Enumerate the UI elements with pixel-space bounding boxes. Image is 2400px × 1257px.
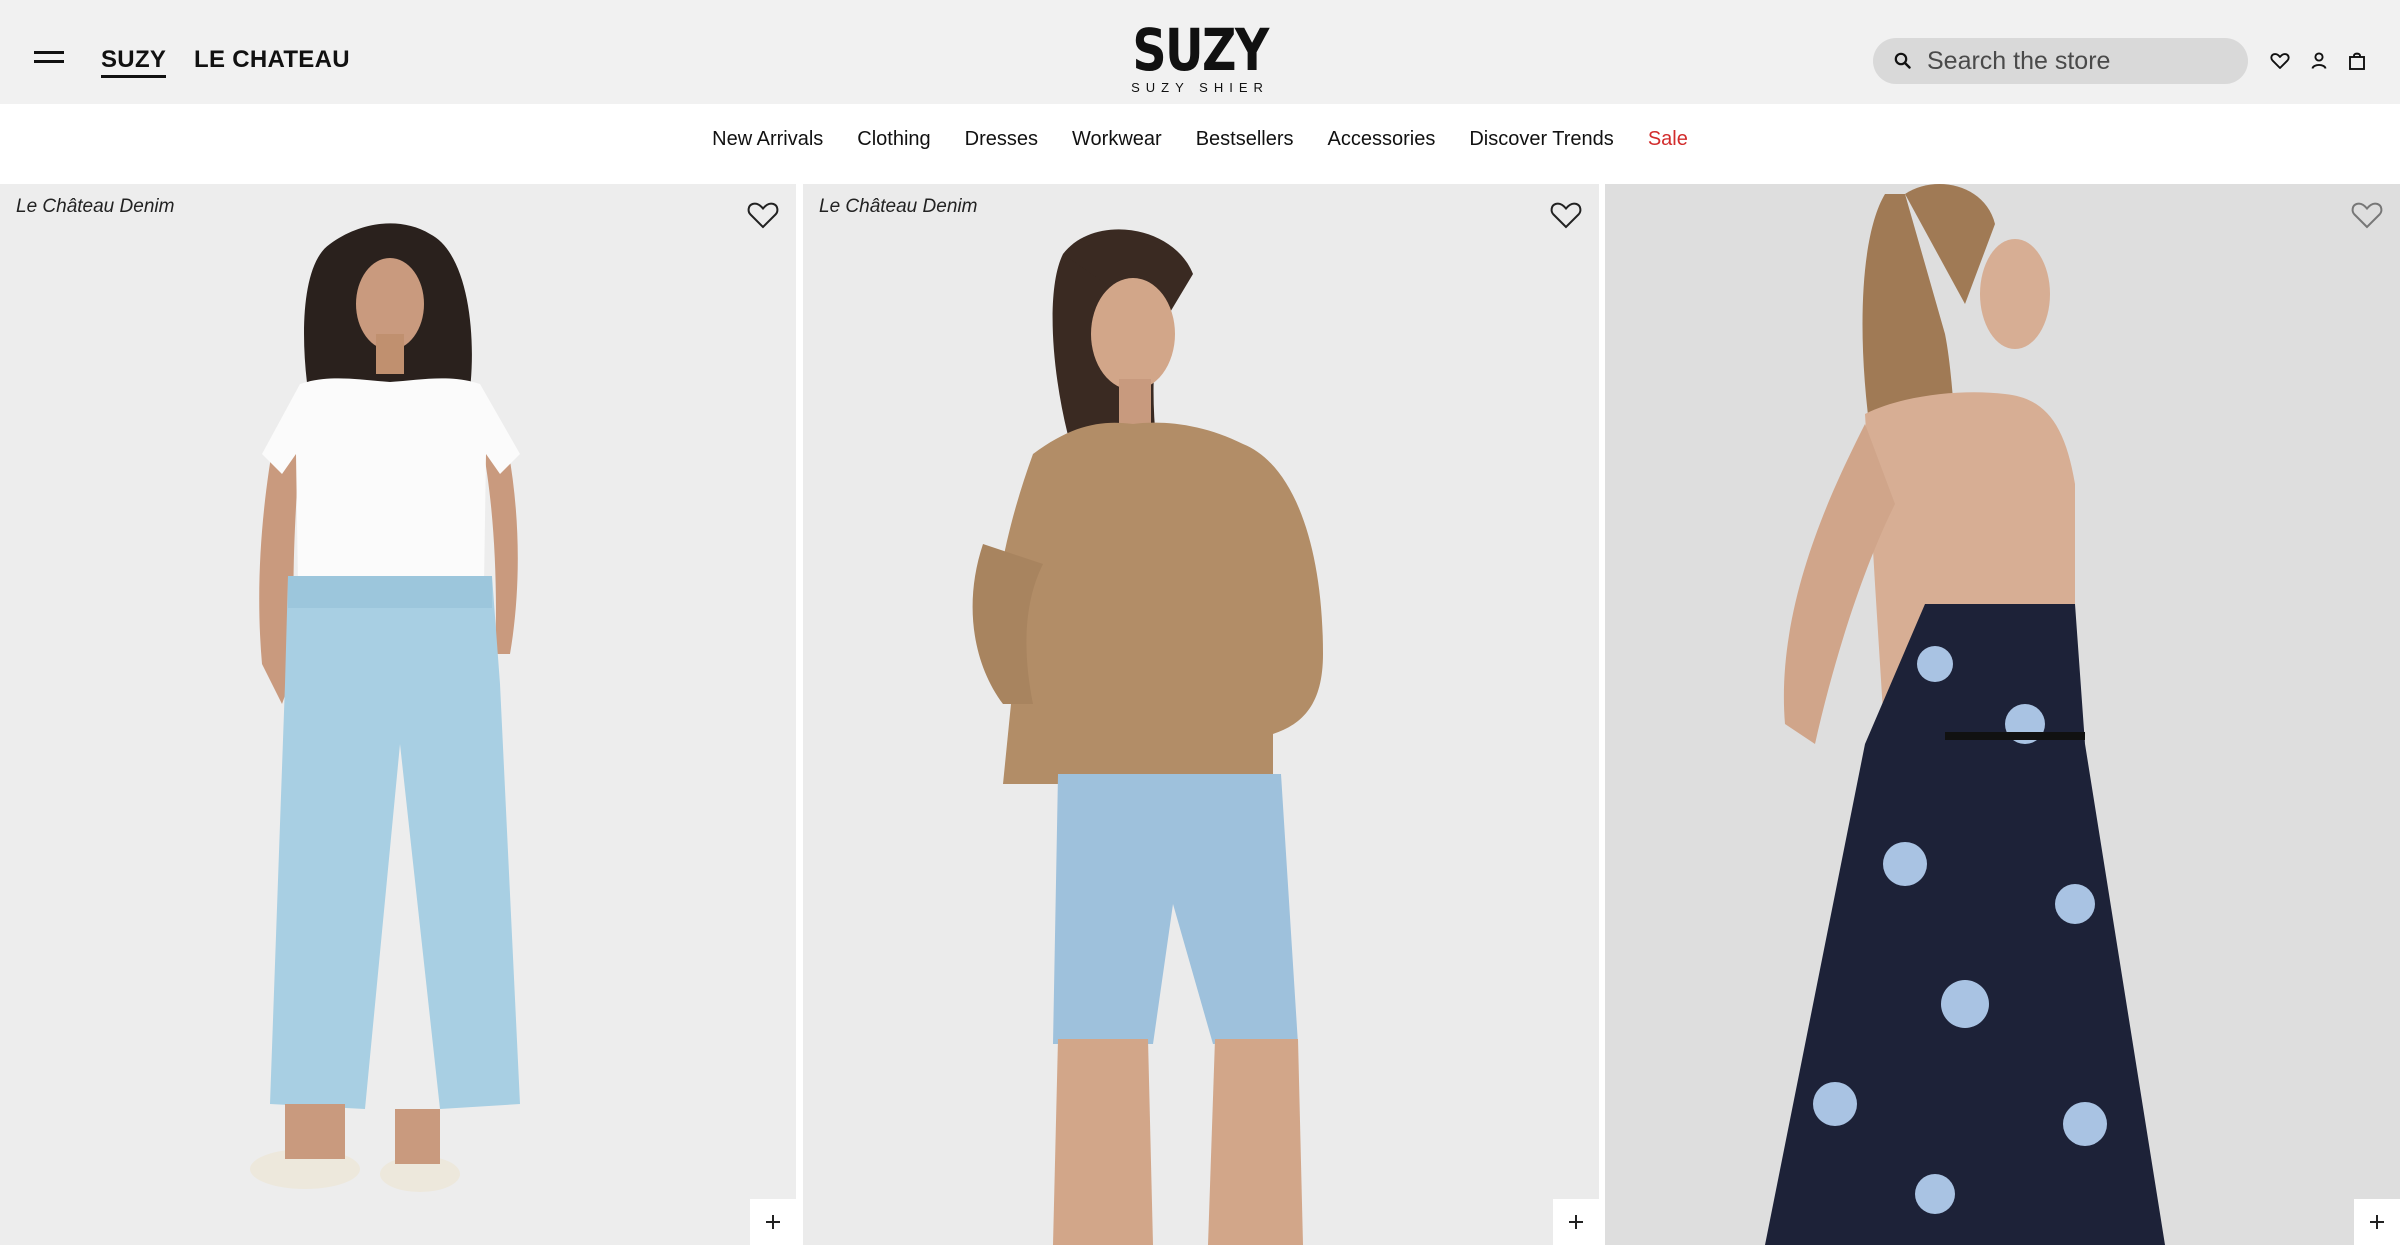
product-card[interactable]: Le Château Denim [803, 184, 1599, 1245]
product-grid: Le Château Denim Le Château Denim [0, 184, 2400, 1257]
top-header: SUZY LE CHATEAU SUZY SUZY SHIER [0, 0, 2400, 104]
plus-icon [766, 1215, 780, 1229]
product-image [250, 223, 520, 1192]
nav-item-discover-trends[interactable]: Discover Trends [1469, 127, 1614, 161]
main-nav: New Arrivals Clothing Dresses Workwear B… [0, 104, 2400, 184]
nav-item-clothing[interactable]: Clothing [857, 127, 930, 161]
heart-icon[interactable] [2269, 50, 2291, 72]
nav-item-accessories[interactable]: Accessories [1328, 127, 1436, 161]
search-icon [1894, 52, 1911, 69]
hamburger-menu-icon[interactable] [34, 50, 64, 66]
product-card[interactable]: Le Château Denim [0, 184, 796, 1245]
plus-icon [2370, 1215, 2384, 1229]
heart-outline-icon[interactable] [1549, 199, 1583, 230]
nav-item-sale[interactable]: Sale [1648, 127, 1688, 161]
add-to-bag-button[interactable] [2354, 1199, 2400, 1245]
nav-item-dresses[interactable]: Dresses [965, 127, 1038, 161]
account-icon[interactable] [2308, 50, 2330, 72]
brand-tab-le-chateau[interactable]: LE CHATEAU [194, 46, 350, 74]
plus-icon [1569, 1215, 1583, 1229]
brand-label: Le Château Denim [16, 196, 175, 217]
brand-label: Le Château Denim [819, 196, 978, 217]
product-image [972, 229, 1323, 1245]
add-to-bag-button[interactable] [750, 1199, 796, 1245]
shopping-bag-icon[interactable] [2346, 50, 2368, 72]
product-card[interactable] [1605, 184, 2400, 1245]
nav-item-workwear[interactable]: Workwear [1072, 127, 1162, 161]
search-bar[interactable] [1873, 38, 2248, 84]
brand-tab-suzy[interactable]: SUZY [101, 46, 167, 78]
nav-item-new-arrivals[interactable]: New Arrivals [712, 127, 823, 161]
heart-outline-icon[interactable] [746, 199, 780, 230]
product-image [1765, 184, 2165, 1245]
site-logo[interactable]: SUZY SUZY SHIER [1100, 16, 1300, 96]
add-to-bag-button[interactable] [1553, 1199, 1599, 1245]
logo-wordmark: SUZY [1132, 16, 1269, 84]
search-input[interactable] [1927, 38, 2227, 84]
heart-outline-icon[interactable] [2350, 199, 2384, 230]
nav-item-bestsellers[interactable]: Bestsellers [1196, 127, 1294, 161]
